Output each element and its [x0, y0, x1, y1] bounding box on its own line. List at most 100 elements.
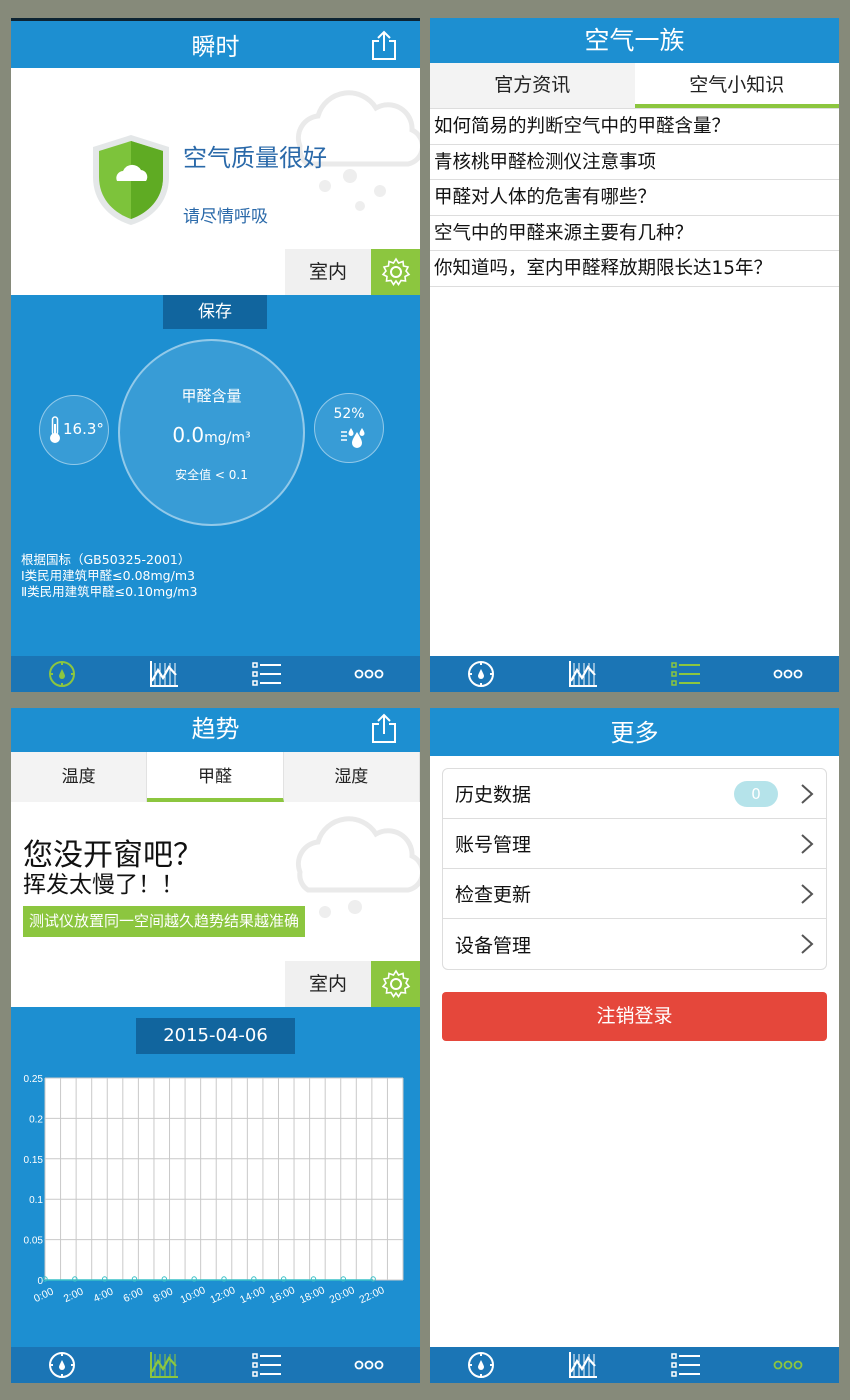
location-selector[interactable]: 室内	[285, 249, 371, 295]
list-item[interactable]: 你知道吗，室内甲醛释放期限长达15年？	[430, 251, 839, 287]
more-dots-icon	[773, 1360, 803, 1370]
trend-line-chart: 00.050.10.150.20.250:00 2:00 4:00 6:00 8:00 1…	[24, 1074, 404, 1306]
nav-knowledge[interactable]	[216, 656, 318, 692]
list-item[interactable]: 如何简易的判断空气中的甲醛含量？	[430, 109, 839, 145]
list-icon	[670, 662, 700, 686]
nav-more[interactable]	[737, 656, 839, 692]
menu-item-check-update[interactable]: 检查更新	[443, 869, 826, 919]
menu-item-label: 历史数据	[455, 784, 532, 806]
title-bar: 瞬时	[11, 18, 420, 68]
plot-background	[45, 1078, 403, 1280]
nav-more[interactable]	[318, 656, 420, 692]
compass-icon	[49, 1352, 76, 1378]
metric-tabs: 温度 甲醛 湿度	[11, 752, 420, 802]
bottom-nav	[430, 656, 839, 692]
list-item[interactable]: 甲醛对人体的危害有哪些？	[430, 180, 839, 216]
share-icon[interactable]	[370, 29, 398, 61]
compass-icon	[468, 1352, 495, 1378]
nav-instant[interactable]	[430, 656, 532, 692]
article-list: 如何简易的判断空气中的甲醛含量？ 青核桃甲醛检测仪注意事项 甲醛对人体的危害有哪…	[430, 109, 839, 287]
formaldehyde-label: 甲醛含量	[181, 387, 242, 405]
settings-button[interactable]	[371, 961, 420, 1007]
more-dots-icon	[354, 669, 384, 679]
share-icon[interactable]	[370, 712, 398, 744]
chevron-right-icon	[801, 783, 814, 804]
nav-knowledge[interactable]	[635, 656, 737, 692]
x-tick-label: 12:00	[208, 1284, 237, 1306]
x-tick-label: 20:00	[328, 1284, 357, 1306]
menu-item-label: 设备管理	[455, 934, 532, 957]
list-icon	[251, 662, 281, 686]
article-tabs: 官方资讯 空气小知识	[430, 63, 839, 109]
list-icon	[670, 1353, 700, 1377]
date-selector[interactable]: 2015-04-06	[136, 1018, 295, 1054]
menu-item-label: 检查更新	[455, 884, 532, 906]
air-quality-status: 空气质量很好	[183, 144, 327, 172]
save-button[interactable]: 保存	[163, 295, 267, 329]
y-tick-label: 0.15	[24, 1155, 44, 1166]
formaldehyde-value-line: 0.0mg/m³	[120, 423, 303, 447]
trend-chart-area: 2015-04-06 0 0.05 0.1 0.15 0.2 0.25 0:00 2:00 4:…	[11, 1007, 420, 1347]
tab-temperature[interactable]: 温度	[11, 752, 148, 802]
nav-trend[interactable]	[113, 1347, 215, 1383]
page-title: 更多	[610, 719, 659, 747]
x-tick-label: 2:00	[62, 1285, 86, 1305]
humidity-gauge: 52%	[314, 393, 384, 463]
list-item[interactable]: 空气中的甲醛来源主要有几种？	[430, 216, 839, 251]
tab-humidity[interactable]: 湿度	[283, 752, 420, 802]
humidity-drops-icon	[341, 428, 365, 448]
y-tick-label: 0	[37, 1276, 43, 1287]
tab-official-news[interactable]: 官方资讯	[430, 63, 635, 108]
x-tick-label: 4:00	[92, 1285, 116, 1305]
formaldehyde-unit: mg/m³	[204, 430, 251, 446]
nav-trend[interactable]	[113, 656, 215, 692]
menu-item-account[interactable]: 账号管理	[443, 819, 826, 869]
title-bar: 更多	[430, 708, 839, 756]
bottom-nav	[11, 656, 420, 692]
x-tick-label: 0:00	[32, 1285, 56, 1305]
menu-item-history[interactable]: 历史数据 0	[443, 769, 826, 819]
nav-instant[interactable]	[430, 1347, 532, 1383]
menu-item-label: 账号管理	[455, 834, 532, 856]
nav-more[interactable]	[318, 1347, 420, 1383]
chevron-right-icon	[801, 934, 814, 954]
temperature-gauge: 16.3°	[39, 395, 109, 465]
nav-knowledge[interactable]	[635, 1347, 737, 1383]
y-tick-label: 0.2	[29, 1114, 43, 1125]
x-tick-label: 10:00	[178, 1284, 207, 1306]
nav-knowledge[interactable]	[216, 1347, 318, 1383]
y-tick-label: 0.1	[29, 1195, 43, 1206]
nav-trend[interactable]	[532, 1347, 634, 1383]
bottom-nav	[11, 1347, 420, 1383]
more-dots-icon	[354, 1360, 384, 1370]
list-item[interactable]: 青核桃甲醛检测仪注意事项	[430, 145, 839, 180]
national-standard-note: 根据国标（GB50325-2001） Ⅰ类民用建筑甲醛≤0.08mg/m3 Ⅱ类…	[21, 552, 197, 600]
trend-chart-icon	[150, 661, 179, 687]
nav-instant[interactable]	[11, 656, 113, 692]
menu-item-device[interactable]: 设备管理	[443, 919, 826, 969]
standard-line: 根据国标（GB50325-2001）	[21, 552, 191, 567]
x-tick-label: 14:00	[238, 1284, 267, 1306]
compass-icon	[468, 661, 495, 687]
page-title: 瞬时	[191, 33, 240, 61]
more-dots-icon	[773, 669, 803, 679]
nav-more[interactable]	[737, 1347, 839, 1383]
y-tick-label: 0.05	[24, 1236, 44, 1247]
gear-icon	[381, 969, 410, 998]
page-title: 趋势	[191, 715, 240, 743]
logout-button[interactable]: 注销登录	[442, 992, 827, 1041]
formaldehyde-gauge: 甲醛含量 0.0mg/m³ 安全值 < 0.1	[118, 339, 305, 526]
nav-trend[interactable]	[532, 656, 634, 692]
air-family-screen: 空气一族 官方资讯 空气小知识 如何简易的判断空气中的甲醛含量？ 青核桃甲醛检测…	[430, 18, 839, 692]
location-selector[interactable]: 室内	[285, 961, 371, 1007]
x-tick-label: 16:00	[268, 1284, 297, 1306]
settings-button[interactable]	[371, 249, 420, 295]
chevron-right-icon	[801, 883, 814, 904]
nav-instant[interactable]	[11, 1347, 113, 1383]
compass-icon	[49, 661, 76, 687]
chevron-right-icon	[801, 833, 814, 854]
tab-formaldehyde[interactable]: 甲醛	[147, 752, 284, 802]
tab-air-knowledge[interactable]: 空气小知识	[634, 63, 839, 108]
title-bar: 趋势	[11, 708, 420, 752]
shield-icon	[93, 135, 169, 225]
